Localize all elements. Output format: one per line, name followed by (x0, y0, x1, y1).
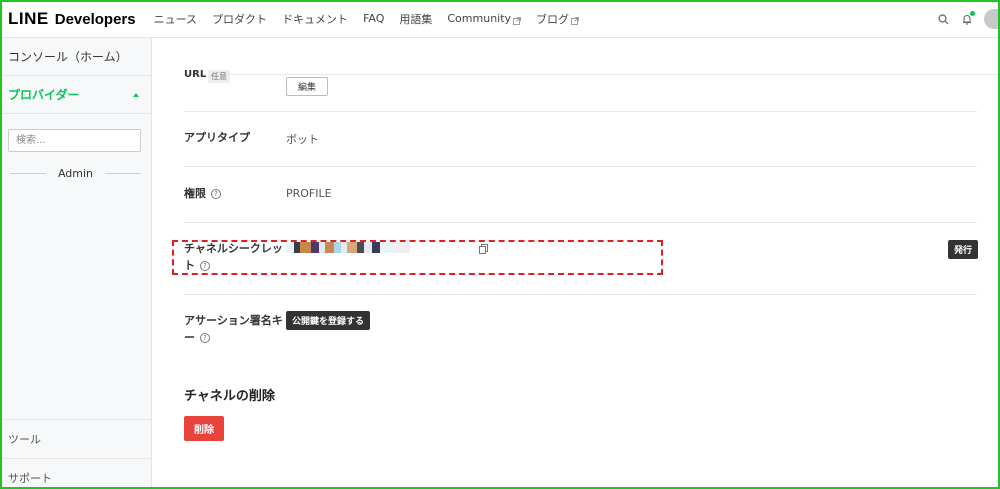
divider (184, 294, 977, 295)
main-content: URL 任意 編集 アプリタイプ ボット 権限? PROFILE チャネルシーク… (152, 38, 1000, 489)
external-link-icon (513, 15, 521, 25)
divider (10, 173, 46, 174)
divider (184, 74, 1000, 75)
provider-name: Admin (57, 167, 94, 180)
divider (184, 111, 977, 112)
app-type-value: ボット (286, 133, 319, 146)
nav-item-6[interactable]: ブログ (536, 11, 579, 27)
nav-item-label: ブログ (536, 12, 570, 26)
nav-item-3[interactable]: FAQ (363, 12, 384, 25)
permission-label-text: 権限 (184, 187, 206, 200)
sidebar-item-label: コンソール（ホーム） (8, 50, 128, 64)
sidebar: コンソール（ホーム） プロバイダー Admin ツール サポート (0, 38, 152, 489)
app-type-label: アプリタイプ (184, 131, 250, 144)
optional-badge: 任意 (208, 70, 230, 83)
assertion-key-label-line2: ー (184, 331, 195, 344)
edit-url-button[interactable]: 編集 (286, 77, 329, 96)
divider (105, 173, 141, 174)
nav-item-4[interactable]: 用語集 (399, 11, 432, 27)
top-navigation-bar: LINE Developers ニュース プロダクト ドキュメント FAQ 用語集 Com… (0, 0, 1000, 38)
nav-item-1[interactable]: プロダクト (212, 11, 267, 27)
logo-developers-text: Developers (54, 10, 136, 28)
nav-item-label: プロダクト (212, 12, 268, 26)
chevron-up-icon (133, 92, 139, 97)
delete-channel-button[interactable]: 削除 (184, 416, 224, 441)
app-type-row: アプリタイプ ボット (184, 129, 977, 149)
external-link-icon (571, 15, 579, 25)
help-icon[interactable]: ? (211, 189, 221, 199)
permission-value: PROFILE (286, 187, 332, 200)
line-developers-logo[interactable]: LINE Developers (8, 9, 136, 29)
nav-item-2[interactable]: ドキュメント (282, 11, 348, 27)
delete-channel-title: チャネルの削除 (184, 389, 275, 404)
bell-icon[interactable] (960, 11, 975, 26)
sidebar-item-label: プロバイダー (8, 88, 80, 102)
nav-item-label: ニュース (153, 12, 198, 26)
sidebar-item-label: サポート (8, 472, 52, 485)
nav-item-label: ドキュメント (282, 12, 349, 26)
notification-dot (970, 11, 975, 16)
sidebar-item-support[interactable]: サポート (0, 458, 151, 489)
register-public-key-button[interactable]: 公開鍵を登録する (286, 311, 371, 330)
sidebar-item-provider[interactable]: プロバイダー (0, 76, 151, 114)
sidebar-provider-admin[interactable]: Admin (0, 167, 151, 180)
assertion-key-label-line1: アサーション署名キ (184, 314, 283, 327)
main-nav: ニュース プロダクト ドキュメント FAQ 用語集 Community ブログ (154, 11, 594, 27)
issue-secret-button[interactable]: 発行 (948, 240, 979, 259)
search-icon[interactable] (936, 12, 950, 26)
assertion-key-label: アサーション署名キー? (184, 312, 283, 346)
highlight-dashed-box (172, 240, 663, 275)
provider-search-input[interactable] (8, 129, 141, 152)
sidebar-item-console[interactable]: コンソール（ホーム） (0, 38, 151, 76)
nav-item-label: FAQ (363, 12, 385, 25)
permission-row: 権限? PROFILE (184, 185, 977, 205)
help-icon[interactable]: ? (200, 333, 210, 343)
sidebar-bottom: ツール サポート (0, 419, 151, 489)
permission-label: 権限? (184, 185, 221, 202)
divider (184, 222, 977, 223)
header-actions (936, 0, 1000, 38)
url-label: URL (184, 69, 207, 80)
logo-line-text: LINE (8, 8, 49, 28)
sidebar-item-label: ツール (8, 433, 41, 446)
nav-item-5[interactable]: Community (447, 12, 521, 25)
sidebar-item-tools[interactable]: ツール (0, 419, 151, 458)
nav-item-label: Community (447, 12, 512, 25)
sidebar-search-wrap (0, 114, 151, 152)
divider (184, 166, 977, 167)
avatar[interactable] (984, 9, 1000, 29)
nav-item-label: 用語集 (399, 12, 433, 26)
nav-item-0[interactable]: ニュース (154, 11, 197, 27)
